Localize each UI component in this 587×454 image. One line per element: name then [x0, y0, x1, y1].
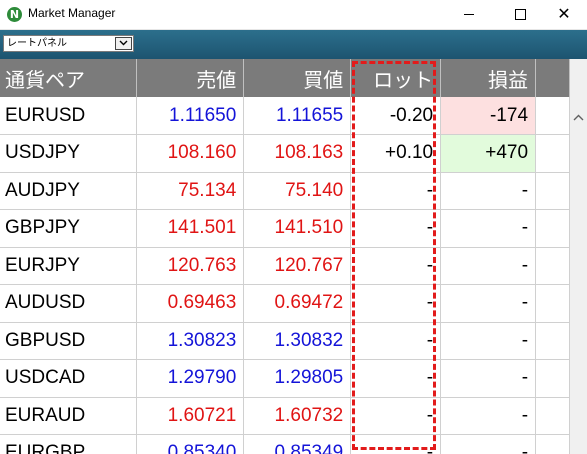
row-filler	[535, 134, 570, 173]
header-pl[interactable]: 損益	[440, 59, 537, 97]
symbol-cell[interactable]: EURGBP	[0, 434, 138, 454]
pl-cell[interactable]: -	[440, 434, 537, 454]
panel-select[interactable]: レートパネル	[3, 35, 134, 52]
table-row[interactable]: EURJPY 120.763 120.767- -	[0, 247, 570, 285]
header-lot[interactable]: ロット	[350, 59, 442, 97]
pl-cell[interactable]: -	[440, 247, 537, 285]
panel-select-dropdown-button[interactable]	[115, 37, 132, 50]
lot-cell[interactable]: -	[350, 247, 442, 285]
bid-cell[interactable]: 1.30823	[136, 322, 245, 360]
table-row[interactable]: GBPJPY 141.501 141.510- -	[0, 209, 570, 248]
window-title: Market Manager	[28, 6, 116, 20]
symbol-cell[interactable]: AUDJPY	[0, 172, 138, 210]
minimize-button[interactable]	[447, 0, 493, 29]
scroll-up-arrow-icon[interactable]	[570, 111, 587, 125]
ask-cell[interactable]: 108.163	[243, 134, 352, 173]
rate-panel-grid: 通貨ペア 売値 買値 ロット 損益 EURUSD 1.11650 1.11655 -0…	[0, 59, 570, 454]
table-row[interactable]: GBPUSD 1.30823 1.30832- -	[0, 322, 570, 360]
pl-cell[interactable]: -	[440, 172, 537, 210]
bid-cell[interactable]: 108.160	[136, 134, 245, 173]
symbol-cell[interactable]: EURAUD	[0, 397, 138, 435]
symbol-cell[interactable]: USDCAD	[0, 359, 138, 398]
ask-cell[interactable]: 75.140	[243, 172, 352, 210]
row-filler	[535, 434, 570, 454]
header-bid[interactable]: 売値	[136, 59, 245, 97]
symbol-cell[interactable]: GBPUSD	[0, 322, 138, 360]
lot-cell[interactable]: -	[350, 397, 442, 435]
header-symbol[interactable]: 通貨ペア	[0, 59, 138, 97]
bid-cell[interactable]: 75.134	[136, 172, 245, 210]
table-row[interactable]: EURAUD 1.60721 1.60732- -	[0, 397, 570, 435]
lot-cell[interactable]: +0.10	[350, 134, 442, 173]
ask-cell[interactable]: 141.510	[243, 209, 352, 248]
close-icon: ✕	[557, 6, 571, 23]
maximize-icon	[515, 9, 526, 20]
bid-cell[interactable]: 1.60721	[136, 397, 245, 435]
row-filler	[535, 284, 570, 323]
close-button[interactable]: ✕	[541, 0, 587, 29]
table-row[interactable]: EURGBP 0.85340 0.85349- -	[0, 434, 570, 454]
pl-cell[interactable]: +470	[440, 134, 537, 173]
pl-cell[interactable]: -	[440, 359, 537, 398]
bid-cell[interactable]: 120.763	[136, 247, 245, 285]
ask-cell[interactable]: 1.60732	[243, 397, 352, 435]
table-row[interactable]: USDJPY 108.160 108.163 +0.10 +470	[0, 134, 570, 173]
app-logo-icon: N	[7, 7, 22, 22]
ask-cell[interactable]: 1.11655	[243, 97, 352, 135]
row-filler	[535, 97, 570, 135]
lot-cell[interactable]: -0.20	[350, 97, 442, 135]
table-row[interactable]: AUDJPY 75.134 75.140- -	[0, 172, 570, 210]
symbol-cell[interactable]: EURJPY	[0, 247, 138, 285]
lot-cell[interactable]: -	[350, 434, 442, 454]
lot-cell[interactable]: -	[350, 284, 442, 323]
pl-cell[interactable]: -	[440, 397, 537, 435]
table-row[interactable]: AUDUSD 0.69463 0.69472- -	[0, 284, 570, 323]
symbol-cell[interactable]: EURUSD	[0, 97, 138, 135]
lot-cell[interactable]: -	[350, 359, 442, 398]
scrollbar-header-gap	[570, 59, 587, 97]
row-filler	[535, 322, 570, 360]
lot-cell[interactable]: -	[350, 322, 442, 360]
row-filler	[535, 209, 570, 248]
bid-cell[interactable]: 141.501	[136, 209, 245, 248]
lot-cell[interactable]: -	[350, 172, 442, 210]
panel-select-value: レートパネル	[7, 38, 67, 49]
row-filler	[535, 359, 570, 398]
ask-cell[interactable]: 0.85349	[243, 434, 352, 454]
chevron-down-icon	[119, 40, 128, 46]
pl-cell[interactable]: -	[440, 209, 537, 248]
ask-cell[interactable]: 1.29805	[243, 359, 352, 398]
row-filler	[535, 172, 570, 210]
symbol-cell[interactable]: USDJPY	[0, 134, 138, 173]
title-bar: N Market Manager ✕	[0, 0, 587, 30]
row-filler	[535, 397, 570, 435]
pl-cell[interactable]: -174	[440, 97, 537, 135]
row-filler	[535, 247, 570, 285]
table-header-row: 通貨ペア 売値 買値 ロット 損益	[0, 59, 570, 97]
rate-table: 通貨ペア 売値 買値 ロット 損益 EURUSD 1.11650 1.11655 -0…	[0, 59, 570, 454]
pl-cell[interactable]: -	[440, 322, 537, 360]
vertical-scrollbar[interactable]	[570, 97, 587, 454]
bid-cell[interactable]: 1.29790	[136, 359, 245, 398]
lot-cell[interactable]: -	[350, 209, 442, 248]
pl-cell[interactable]: -	[440, 284, 537, 323]
symbol-cell[interactable]: AUDUSD	[0, 284, 138, 323]
table-row[interactable]: EURUSD 1.11650 1.11655 -0.20 -174	[0, 97, 570, 135]
minimize-icon	[464, 14, 474, 15]
ask-cell[interactable]: 120.767	[243, 247, 352, 285]
ask-cell[interactable]: 0.69472	[243, 284, 352, 323]
header-filler	[535, 59, 570, 97]
bid-cell[interactable]: 0.69463	[136, 284, 245, 323]
maximize-button[interactable]	[498, 0, 544, 29]
toolbar: レートパネル	[0, 30, 587, 59]
table-row[interactable]: USDCAD 1.29790 1.29805- -	[0, 359, 570, 398]
symbol-cell[interactable]: GBPJPY	[0, 209, 138, 248]
bid-cell[interactable]: 1.11650	[136, 97, 245, 135]
ask-cell[interactable]: 1.30832	[243, 322, 352, 360]
header-ask[interactable]: 買値	[243, 59, 352, 97]
bid-cell[interactable]: 0.85340	[136, 434, 245, 454]
